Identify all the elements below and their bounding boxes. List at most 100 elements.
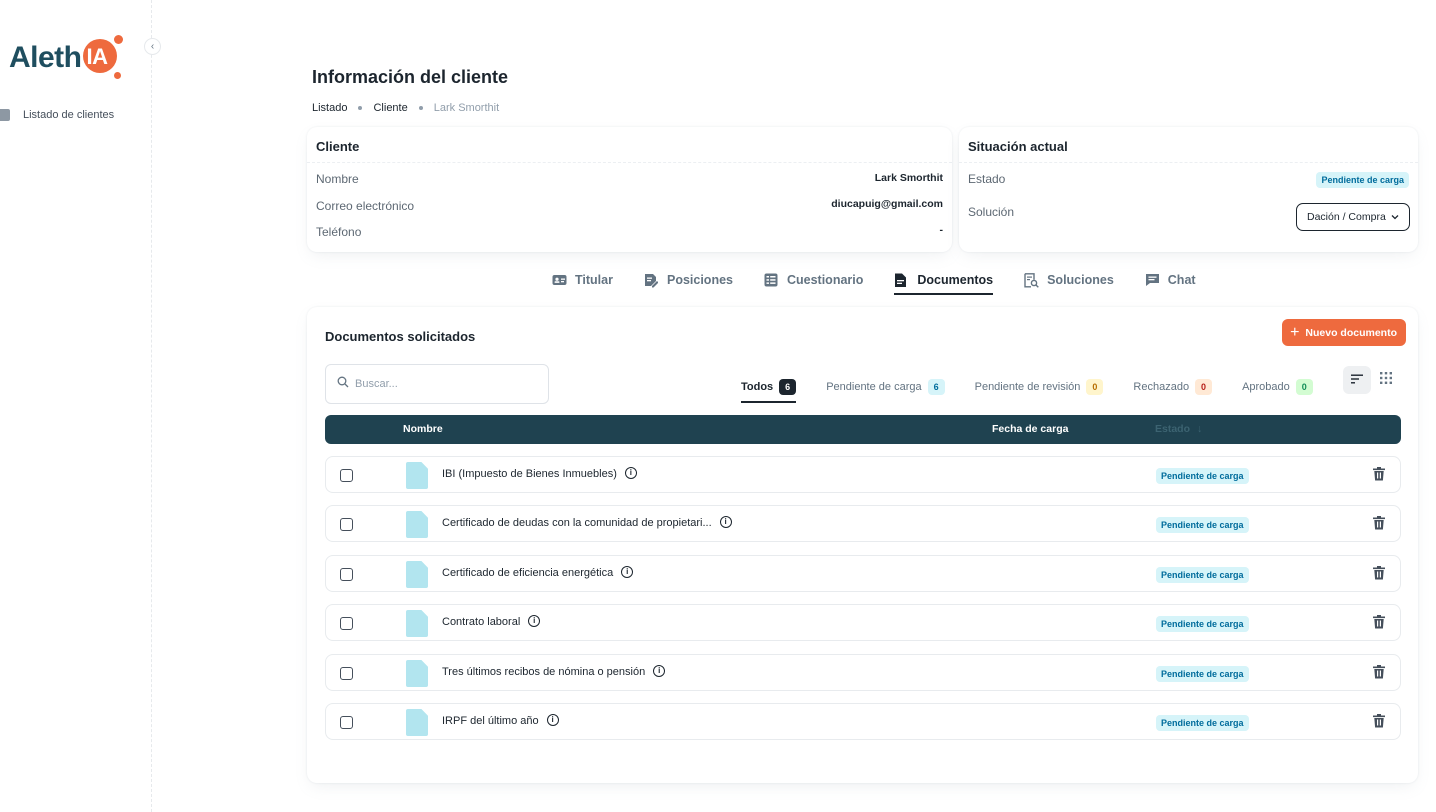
document-name-text: Certificado de deudas con la comunidad d…: [442, 517, 712, 529]
collapse-sidebar-button[interactable]: ‹: [144, 38, 161, 55]
document-name-text: IRPF del último año: [442, 715, 539, 727]
breadcrumb-separator: [358, 106, 363, 110]
status-cell: Pendiente de carga: [1156, 466, 1249, 484]
new-document-button[interactable]: + Nuevo documento: [1282, 319, 1406, 346]
trash-icon: [1373, 566, 1385, 580]
filter-tab-pendiente-carga[interactable]: Pendiente de carga 6: [826, 372, 945, 402]
breadcrumb-listado[interactable]: Listado: [312, 102, 347, 114]
tab-posiciones[interactable]: Posiciones: [644, 266, 733, 294]
filter-label: Pendiente de revisión: [974, 381, 1081, 393]
row-checkbox[interactable]: [340, 716, 353, 729]
logo-ia-badge: IA: [82, 35, 123, 79]
column-header-name[interactable]: Nombre: [403, 423, 443, 435]
name-label: Nombre: [316, 172, 359, 186]
info-icon[interactable]: i: [528, 615, 541, 628]
info-icon[interactable]: i: [546, 714, 559, 727]
search-field[interactable]: [325, 364, 549, 404]
row-checkbox[interactable]: [340, 617, 353, 630]
email-value: diucapuig@gmail.com: [831, 198, 943, 210]
tab-label: Documentos: [917, 273, 994, 287]
status-cell: Pendiente de carga: [1156, 664, 1249, 682]
info-icon[interactable]: i: [653, 665, 666, 678]
file-icon: [406, 610, 428, 637]
status-cell: Pendiente de carga: [1156, 565, 1249, 583]
delete-button[interactable]: [1373, 615, 1387, 630]
delete-button[interactable]: [1373, 665, 1387, 680]
sidebar-item-clients[interactable]: Listado de clientes: [0, 106, 114, 124]
delete-button[interactable]: [1373, 516, 1387, 531]
table-row[interactable]: Tres últimos recibos de nómina o pensión…: [325, 654, 1401, 691]
delete-button[interactable]: [1373, 566, 1387, 581]
plus-icon: +: [1290, 323, 1300, 341]
delete-button[interactable]: [1373, 467, 1387, 482]
documents-card: Documentos solicitados + Nuevo documento…: [307, 307, 1418, 783]
grid-view-button[interactable]: [1372, 366, 1400, 394]
filter-label: Todos: [741, 381, 774, 393]
tab-soluciones[interactable]: Soluciones: [1024, 266, 1114, 294]
tab-cuestionario[interactable]: Cuestionario: [764, 266, 863, 294]
info-icon[interactable]: i: [621, 566, 634, 579]
tabs: Titular Posiciones Cuestionario Document…: [552, 266, 1227, 295]
trash-icon: [1373, 467, 1385, 481]
delete-button[interactable]: [1373, 714, 1387, 729]
document-name-text: Tres últimos recibos de nómina o pensión: [442, 666, 646, 678]
table-row[interactable]: Certificado de eficiencia energética i Pe…: [325, 555, 1401, 592]
row-checkbox[interactable]: [340, 469, 353, 482]
document-icon: [894, 273, 908, 287]
filter-label: Aprobado: [1242, 381, 1290, 393]
filter-tabs: Todos 6 Pendiente de carga 6 Pendiente d…: [741, 372, 1343, 404]
column-header-status[interactable]: Estado ↓: [1155, 423, 1202, 435]
tab-chat[interactable]: Chat: [1145, 266, 1196, 294]
document-name: Certificado de deudas con la comunidad d…: [442, 516, 732, 529]
info-icon[interactable]: i: [624, 467, 637, 480]
client-card: Cliente Nombre Lark Smorthit Correo elec…: [307, 127, 952, 252]
row-checkbox[interactable]: [340, 518, 353, 531]
tab-documentos[interactable]: Documentos: [894, 266, 994, 295]
filter-label: Rechazado: [1133, 381, 1190, 393]
sidebar-item-label: Listado de clientes: [23, 109, 115, 121]
tab-label: Soluciones: [1047, 273, 1114, 287]
sidebar: Aleth IA Listado de clientes: [0, 0, 152, 812]
column-header-status-label: Estado: [1155, 423, 1191, 435]
row-checkbox[interactable]: [340, 568, 353, 581]
table-row[interactable]: Contrato laboral i Pendiente de carga: [325, 604, 1401, 641]
column-header-date[interactable]: Fecha de carga: [992, 423, 1068, 435]
new-document-label: Nuevo documento: [1305, 326, 1397, 339]
file-icon: [406, 660, 428, 687]
info-icon[interactable]: i: [719, 516, 732, 529]
sort-list-icon: [1351, 371, 1363, 389]
divider: [959, 162, 1418, 163]
page-title: Información del cliente: [312, 67, 509, 87]
trash-icon: [1373, 615, 1385, 629]
chat-icon: [1145, 273, 1159, 287]
status-badge: Pendiente de carga: [1316, 172, 1409, 188]
tab-label: Titular: [575, 273, 613, 287]
filter-tab-todos[interactable]: Todos 6: [741, 372, 797, 403]
table-row[interactable]: Certificado de deudas con la comunidad d…: [325, 505, 1401, 542]
estado-label: Estado: [968, 172, 1006, 186]
breadcrumb-separator: [418, 106, 423, 110]
filter-tab-aprobado[interactable]: Aprobado 0: [1242, 372, 1313, 402]
table-row[interactable]: IRPF del último año i Pendiente de carga: [325, 703, 1401, 740]
row-checkbox[interactable]: [340, 667, 353, 680]
count-badge: 0: [1295, 379, 1313, 395]
search-input[interactable]: [355, 378, 525, 390]
table-row[interactable]: IBI (Impuesto de Bienes Inmuebles) i Pend…: [325, 456, 1401, 493]
solucion-select[interactable]: Dación / Compra: [1296, 203, 1410, 231]
view-toggle: [1342, 366, 1400, 394]
status-badge: Pendiente de carga: [1156, 715, 1249, 731]
logo-suffix: IA: [86, 44, 109, 69]
tab-titular[interactable]: Titular: [552, 266, 613, 294]
file-icon: [406, 511, 428, 538]
breadcrumb-cliente[interactable]: Cliente: [373, 102, 407, 114]
chevron-down-icon: [1390, 212, 1400, 224]
filter-tab-pendiente-revision[interactable]: Pendiente de revisión 0: [975, 372, 1104, 402]
document-name: IRPF del último año i: [442, 714, 559, 727]
count-badge: 6: [779, 379, 797, 395]
id-card-icon: [552, 273, 567, 287]
file-icon: [406, 709, 428, 736]
search-doc-icon: [1024, 273, 1039, 288]
list-view-button[interactable]: [1343, 366, 1371, 394]
tab-label: Chat: [1167, 273, 1196, 287]
filter-tab-rechazado[interactable]: Rechazado 0: [1133, 372, 1213, 402]
